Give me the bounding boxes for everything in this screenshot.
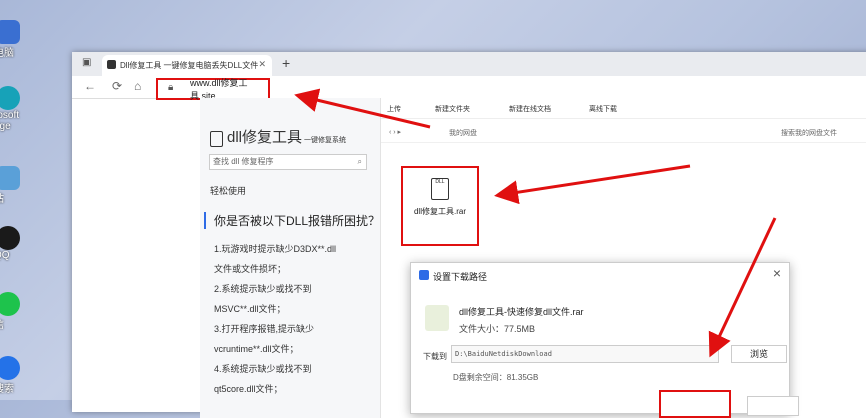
arrow-to-url	[294, 88, 431, 129]
annotation-arrows	[294, 88, 777, 358]
arrow-to-path	[708, 217, 777, 358]
arrow-to-file	[494, 164, 691, 205]
